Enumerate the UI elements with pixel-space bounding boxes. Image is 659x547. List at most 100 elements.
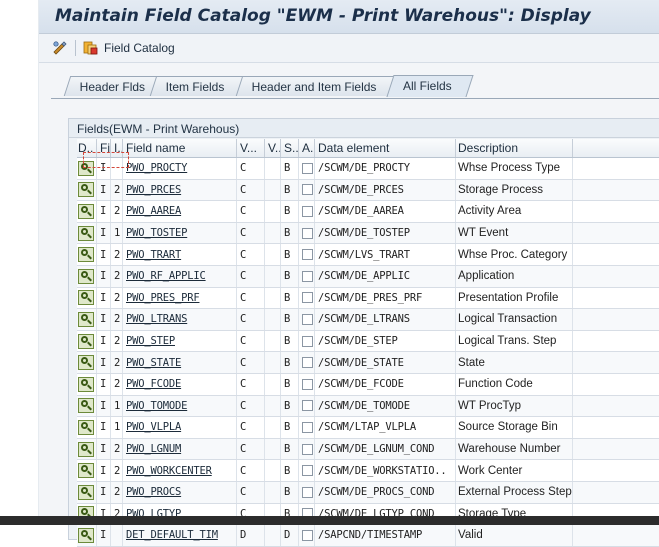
- details-magnifier-icon[interactable]: [78, 441, 94, 457]
- table-row[interactable]: I PWO_PROCTY C B/SCWM/DE_PROCTY Whse Process…: [77, 158, 659, 180]
- details-cell[interactable]: [77, 481, 97, 503]
- details-cell[interactable]: [77, 309, 97, 330]
- column-header-description[interactable]: Description: [456, 139, 573, 157]
- field-name-link[interactable]: PWO_STATE: [123, 352, 237, 373]
- field-name-link[interactable]: DET_DEFAULT_TIM: [123, 525, 237, 546]
- field-name-link[interactable]: PWO_PRES_PRF: [123, 287, 237, 309]
- column-header-d[interactable]: D..: [77, 139, 97, 157]
- details-cell[interactable]: [77, 395, 97, 417]
- details-magnifier-icon[interactable]: [78, 247, 94, 263]
- table-row[interactable]: I 2 PWO_PROCS C B/SCWM/DE_PROCS_COND External…: [77, 481, 659, 504]
- details-cell[interactable]: [77, 179, 97, 201]
- tab-header-and-item-fields[interactable]: Header and Item Fields: [235, 76, 401, 96]
- details-cell[interactable]: [77, 287, 97, 309]
- a-checkbox[interactable]: [302, 400, 313, 412]
- table-row[interactable]: I 2 PWO_WORKCENTER C B/SCWM/DE_WORKSTATIO.. W…: [77, 460, 659, 482]
- a-checkbox[interactable]: [302, 378, 313, 390]
- details-cell[interactable]: [77, 417, 97, 438]
- field-name-link[interactable]: PWO_TRART: [123, 244, 237, 265]
- details-cell[interactable]: [77, 373, 97, 395]
- a-checkbox[interactable]: [302, 421, 313, 433]
- a-checkbox[interactable]: [302, 443, 313, 455]
- a-checkbox[interactable]: [302, 335, 313, 347]
- tab-item-fields[interactable]: Item Fields: [149, 76, 249, 96]
- tab-header-flds[interactable]: Header Flds: [63, 76, 163, 96]
- column-header-s[interactable]: S..: [281, 139, 299, 157]
- details-magnifier-icon[interactable]: [78, 182, 94, 198]
- details-cell[interactable]: [77, 265, 97, 287]
- a-checkbox[interactable]: [302, 313, 313, 325]
- details-cell[interactable]: [77, 352, 97, 373]
- column-header-i[interactable]: I...: [111, 139, 123, 157]
- details-cell[interactable]: [77, 158, 97, 179]
- a-checkbox[interactable]: [302, 227, 313, 239]
- table-row[interactable]: I 1 PWO_VLPLA C B/SCWM/LTAP_VLPLA Source Stor…: [77, 417, 659, 439]
- column-header-a[interactable]: A..: [299, 139, 315, 157]
- display-change-icon[interactable]: [51, 39, 69, 57]
- column-header-v2[interactable]: V..: [265, 139, 281, 157]
- a-checkbox[interactable]: [302, 292, 313, 304]
- details-magnifier-icon[interactable]: [78, 290, 94, 306]
- field-name-link[interactable]: PWO_STEP: [123, 330, 237, 352]
- table-row[interactable]: I 2 PWO_PRCES C B/SCWM/DE_PRCES Storage Proce…: [77, 179, 659, 202]
- details-magnifier-icon[interactable]: [78, 225, 94, 241]
- details-magnifier-icon[interactable]: [78, 268, 94, 284]
- details-cell[interactable]: [77, 438, 97, 460]
- table-row[interactable]: I 2 PWO_LGNUM C B/SCWM/DE_LGNUM_COND Warehous…: [77, 438, 659, 461]
- details-magnifier-icon[interactable]: [78, 527, 94, 543]
- field-name-link[interactable]: PWO_LGNUM: [123, 438, 237, 460]
- a-checkbox[interactable]: [302, 162, 313, 174]
- table-row[interactable]: I 1 PWO_TOSTEP C B/SCWM/DE_TOSTEP WT Event: [77, 222, 659, 245]
- details-magnifier-icon[interactable]: [78, 376, 94, 392]
- details-cell[interactable]: [77, 330, 97, 352]
- table-row[interactable]: I 2 PWO_STEP C B/SCWM/DE_STEP Logical Trans. …: [77, 330, 659, 353]
- column-header-data-element[interactable]: Data element: [315, 139, 456, 157]
- a-checkbox[interactable]: [302, 205, 313, 217]
- table-row[interactable]: I 1 PWO_TOMODE C B/SCWM/DE_TOMODE WT ProcTyp: [77, 395, 659, 418]
- details-magnifier-icon[interactable]: [78, 355, 94, 371]
- field-name-link[interactable]: PWO_PROCS: [123, 481, 237, 503]
- details-magnifier-icon[interactable]: [78, 333, 94, 349]
- details-magnifier-icon[interactable]: [78, 398, 94, 414]
- field-name-link[interactable]: PWO_WORKCENTER: [123, 460, 237, 481]
- field-name-link[interactable]: PWO_PRCES: [123, 179, 237, 201]
- details-cell[interactable]: [77, 244, 97, 265]
- a-checkbox[interactable]: [302, 465, 313, 477]
- table-row[interactable]: I DET_DEFAULT_TIM D D/SAPCND/TIMESTAMP Valid: [77, 525, 659, 547]
- table-row[interactable]: I 2 PWO_PRES_PRF C B/SCWM/DE_PRES_PRF Present…: [77, 287, 659, 310]
- table-row[interactable]: I 2 PWO_RF_APPLIC C B/SCWM/DE_APPLIC Applicat…: [77, 265, 659, 288]
- details-magnifier-icon[interactable]: [78, 160, 94, 176]
- tab-all-fields[interactable]: All Fields: [386, 75, 474, 97]
- details-magnifier-icon[interactable]: [78, 484, 94, 500]
- a-checkbox[interactable]: [302, 249, 313, 261]
- details-magnifier-icon[interactable]: [78, 311, 94, 327]
- field-name-link[interactable]: PWO_TOMODE: [123, 395, 237, 417]
- field-name-link[interactable]: PWO_AAREA: [123, 201, 237, 222]
- details-cell[interactable]: [77, 460, 97, 481]
- a-checkbox[interactable]: [302, 270, 313, 282]
- a-checkbox[interactable]: [302, 357, 313, 369]
- column-header-fi[interactable]: Fi...: [97, 139, 111, 157]
- field-name-link[interactable]: PWO_FCODE: [123, 373, 237, 395]
- table-row[interactable]: I 2 PWO_TRART C B/SCWM/LVS_TRART Whse Proc. C…: [77, 244, 659, 266]
- field-name-link[interactable]: PWO_TOSTEP: [123, 222, 237, 244]
- a-checkbox[interactable]: [302, 529, 313, 541]
- field-name-link[interactable]: PWO_RF_APPLIC: [123, 265, 237, 287]
- details-magnifier-icon[interactable]: [78, 419, 94, 435]
- a-checkbox[interactable]: [302, 184, 313, 196]
- details-cell[interactable]: [77, 201, 97, 222]
- details-magnifier-icon[interactable]: [78, 463, 94, 479]
- table-row[interactable]: I 2 PWO_LTRANS C B/SCWM/DE_LTRANS Logical Tra…: [77, 309, 659, 331]
- table-row[interactable]: I 2 PWO_FCODE C B/SCWM/DE_FCODE Function Code: [77, 373, 659, 396]
- field-name-link[interactable]: PWO_VLPLA: [123, 417, 237, 438]
- details-magnifier-icon[interactable]: [78, 203, 94, 219]
- field-catalog-button[interactable]: Field Catalog: [82, 39, 175, 57]
- field-name-link[interactable]: PWO_PROCTY: [123, 158, 237, 179]
- details-cell[interactable]: [77, 525, 97, 546]
- table-row[interactable]: I 2 PWO_STATE C B/SCWM/DE_STATE State: [77, 352, 659, 374]
- field-name-link[interactable]: PWO_LTRANS: [123, 309, 237, 330]
- table-row[interactable]: I 2 PWO_AAREA C B/SCWM/DE_AAREA Activity Area: [77, 201, 659, 223]
- details-cell[interactable]: [77, 222, 97, 244]
- column-header-field-name[interactable]: Field name: [123, 139, 237, 157]
- a-checkbox[interactable]: [302, 486, 313, 498]
